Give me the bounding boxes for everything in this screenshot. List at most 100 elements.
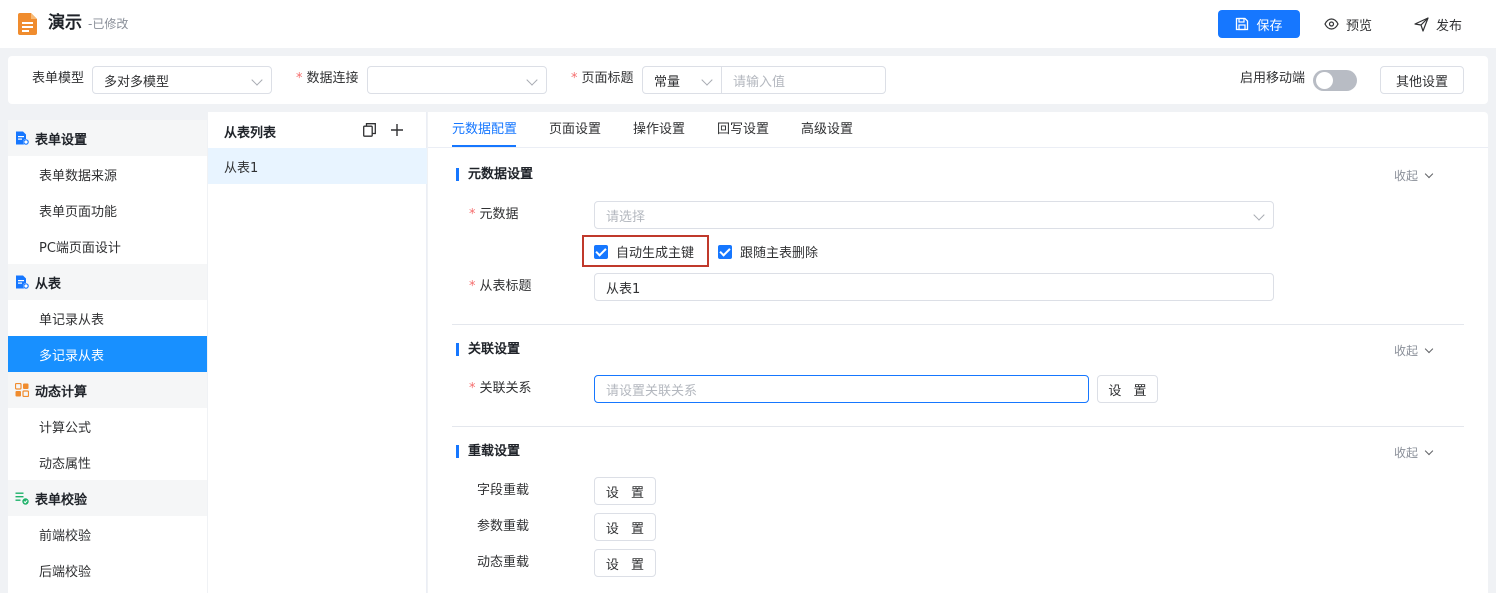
relation-input[interactable]: 请设置关联关系	[594, 375, 1089, 403]
sidebar-group-label: 从表	[35, 276, 62, 292]
sub-title-value: 从表1	[606, 281, 641, 297]
metadata-select[interactable]: 请选择	[594, 201, 1274, 229]
metadata-label: * 元数据	[469, 207, 519, 222]
top-header: 演示 -已修改 保存 预览 发布	[0, 0, 1496, 48]
sidebar-item-pc-page-design[interactable]: PC端页面设计	[8, 228, 207, 264]
mobile-toggle[interactable]	[1313, 70, 1357, 91]
page-title-label: * 页面标题	[571, 71, 634, 86]
relation-placeholder: 请设置关联关系	[606, 383, 698, 399]
chevron-down-icon	[526, 74, 538, 86]
settings-sidebar: 表单设置 表单数据来源 表单页面功能 PC端页面设计 从表 单记录从表 多记录从…	[8, 120, 207, 593]
checkbox-checked-icon	[718, 244, 732, 259]
sidebar-item-frontend-validation[interactable]: 前端校验	[8, 516, 207, 552]
sidebar-group-form-validation[interactable]: 表单校验	[8, 480, 207, 516]
sidebar-group-dynamic-calc[interactable]: 动态计算	[8, 372, 207, 408]
sidebar-group-label: 动态计算	[35, 384, 88, 400]
toggle-knob	[1316, 72, 1333, 89]
tab-advanced-settings[interactable]: 高级设置	[801, 121, 853, 139]
field-reload-label: 字段重载	[477, 483, 530, 498]
dynamic-reload-set-button[interactable]: 设 置	[594, 549, 656, 577]
page-title-input[interactable]: 请输入值	[721, 66, 886, 94]
form-app-icon	[18, 13, 37, 35]
chevron-down-icon	[1424, 446, 1434, 455]
active-tab-indicator	[452, 145, 516, 147]
section-title-metadata: 元数据设置	[468, 167, 534, 182]
relation-label: * 关联关系	[469, 381, 532, 396]
collapse-metadata-toggle[interactable]: 收起	[1394, 167, 1434, 184]
chevron-down-icon	[1424, 169, 1434, 178]
sub-title-label: * 从表标题	[469, 279, 532, 294]
sub-title-input[interactable]: 从表1	[594, 273, 1274, 301]
sidebar-group-label: 表单校验	[35, 492, 88, 508]
relation-set-button[interactable]: 设 置	[1097, 375, 1158, 403]
sidebar-item-multi-record-sub-table[interactable]: 多记录从表	[8, 336, 207, 372]
preview-button[interactable]: 预览	[1324, 10, 1372, 38]
send-icon	[1414, 16, 1429, 32]
page-title-type-value: 常量	[654, 74, 681, 90]
publish-button[interactable]: 发布	[1414, 10, 1462, 38]
other-settings-label: 其他设置	[1395, 74, 1448, 90]
sub-table-list-title: 从表列表	[224, 126, 277, 141]
sidebar-item-calc-formula[interactable]: 计算公式	[8, 408, 207, 444]
section-marker	[456, 168, 459, 181]
sidebar-item-form-data-source[interactable]: 表单数据来源	[8, 156, 207, 192]
page-title-placeholder: 请输入值	[733, 74, 786, 90]
section-divider	[452, 426, 1464, 427]
form-settings-icon	[16, 131, 29, 145]
dynamic-reload-label: 动态重载	[477, 555, 530, 570]
sub-table-icon	[16, 275, 29, 289]
param-reload-set-button[interactable]: 设 置	[594, 513, 656, 541]
data-conn-label: * 数据连接	[296, 71, 359, 86]
chevron-down-icon	[1253, 209, 1265, 221]
save-icon	[1236, 17, 1249, 31]
sidebar-item-backend-validation[interactable]: 后端校验	[8, 552, 207, 588]
chevron-down-icon	[701, 74, 713, 86]
config-tabs: 元数据配置 页面设置 操作设置 回写设置 高级设置	[428, 112, 1488, 148]
form-model-label: 表单模型	[32, 71, 85, 86]
collapse-reload-toggle[interactable]: 收起	[1394, 444, 1434, 461]
form-model-value: 多对多模型	[104, 74, 170, 90]
sub-table-item[interactable]: 从表1	[208, 148, 427, 184]
config-panel: 元数据配置 页面设置 操作设置 回写设置 高级设置 元数据设置 收起 * 元数据 …	[428, 112, 1488, 593]
other-settings-button[interactable]: 其他设置	[1380, 66, 1464, 94]
cascade-delete-label: 跟随主表删除	[740, 246, 819, 261]
highlight-annotation	[582, 235, 709, 267]
chevron-down-icon	[251, 74, 263, 86]
metadata-placeholder: 请选择	[606, 209, 646, 225]
field-reload-set-button[interactable]: 设 置	[594, 477, 656, 505]
section-marker	[456, 445, 459, 458]
param-reload-label: 参数重载	[477, 519, 530, 534]
sidebar-item-dynamic-attr[interactable]: 动态属性	[8, 444, 207, 480]
save-button[interactable]: 保存	[1218, 10, 1300, 38]
tab-operation-settings[interactable]: 操作设置	[633, 121, 685, 139]
form-config-bar: 表单模型 多对多模型 * 数据连接 * 页面标题 常量 请输入值 启用移动端 其他设…	[8, 56, 1488, 104]
sidebar-group-label: 表单设置	[35, 132, 88, 148]
copy-icon[interactable]	[363, 123, 376, 137]
collapse-label: 收起	[1394, 344, 1419, 358]
modified-status: -已修改	[88, 17, 129, 31]
eye-icon	[1324, 18, 1339, 30]
tab-writeback-settings[interactable]: 回写设置	[717, 121, 769, 139]
section-divider	[452, 324, 1464, 325]
tab-page-settings[interactable]: 页面设置	[549, 121, 601, 139]
add-icon[interactable]	[390, 123, 404, 137]
form-model-select[interactable]: 多对多模型	[92, 66, 272, 94]
tab-metadata-config[interactable]: 元数据配置	[452, 121, 517, 139]
collapse-label: 收起	[1394, 446, 1419, 460]
validation-icon	[15, 492, 29, 505]
mobile-label: 启用移动端	[1240, 71, 1306, 86]
sidebar-group-form-settings[interactable]: 表单设置	[8, 120, 207, 156]
sidebar-item-single-record-sub-table[interactable]: 单记录从表	[8, 300, 207, 336]
sidebar-group-sub-table[interactable]: 从表	[8, 264, 207, 300]
cascade-delete-checkbox[interactable]: 跟随主表删除	[718, 242, 818, 261]
section-title-reload: 重载设置	[468, 444, 521, 459]
sidebar-item-form-page-function[interactable]: 表单页面功能	[8, 192, 207, 228]
collapse-label: 收起	[1394, 169, 1419, 183]
preview-label: 预览	[1346, 18, 1373, 34]
collapse-relation-toggle[interactable]: 收起	[1394, 342, 1434, 359]
app-title: 演示	[48, 13, 82, 33]
save-label: 保存	[1256, 18, 1283, 34]
data-conn-select[interactable]	[367, 66, 547, 94]
publish-label: 发布	[1436, 18, 1463, 34]
page-title-type-select[interactable]: 常量	[642, 66, 722, 94]
